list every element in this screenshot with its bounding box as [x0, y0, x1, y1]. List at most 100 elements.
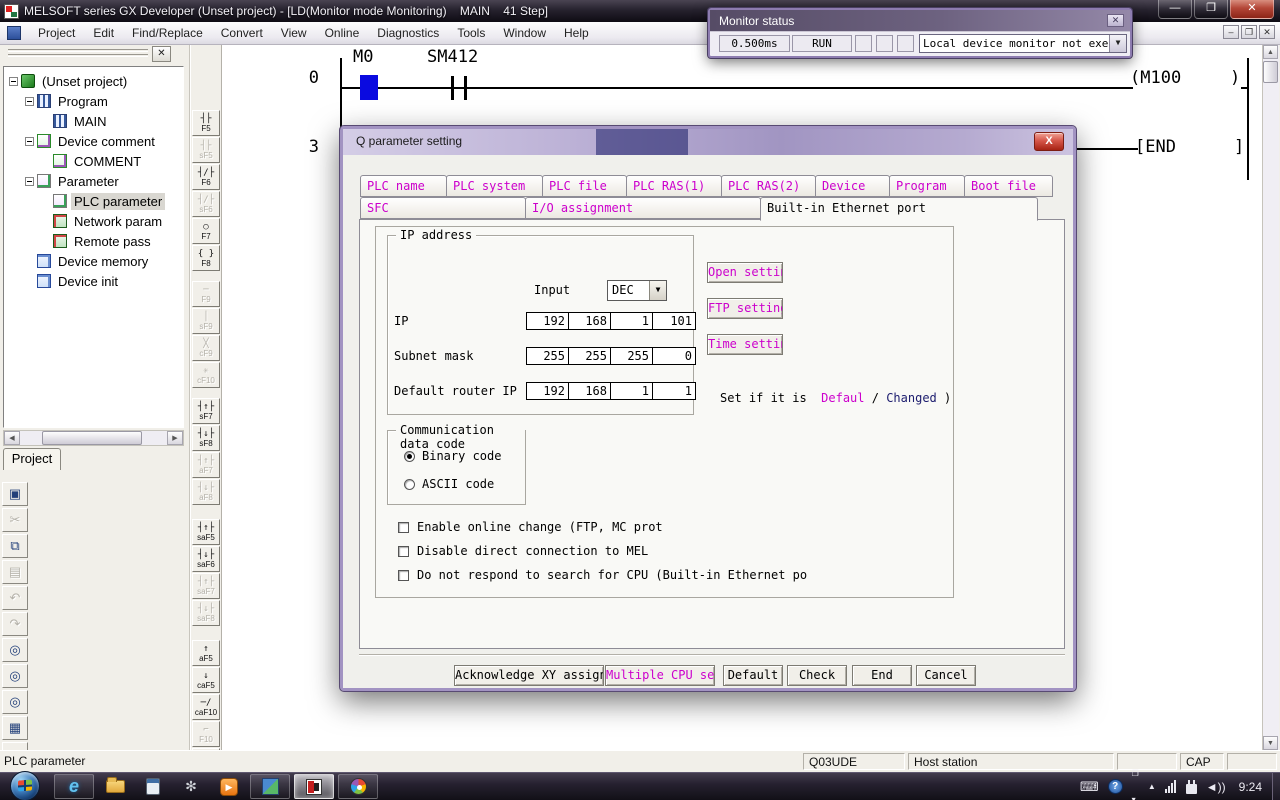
check-button[interactable]: Check [787, 665, 847, 686]
tray-show-hidden-icon[interactable]: ▲ [1148, 774, 1156, 800]
contact-m0-energized[interactable] [360, 75, 378, 100]
menu-item[interactable]: Tools [448, 23, 494, 43]
open-settings-button[interactable]: Open settings [707, 262, 783, 283]
chevron-down-icon[interactable]: ▼ [649, 281, 666, 300]
tray-volume-icon[interactable]: ◄)) [1206, 774, 1226, 800]
dialog-tab[interactable]: Device [815, 175, 890, 197]
save-button[interactable]: ▣ [2, 482, 28, 506]
default-router-field[interactable]: 19216811 [526, 382, 696, 400]
taskbar-item-media-player[interactable]: ▶ [212, 774, 246, 799]
taskbar-item-gx-works[interactable] [250, 774, 290, 799]
ladder-tool-button[interactable]: ┤↓├ saF8 [192, 600, 220, 626]
ladder-tool-button[interactable]: ✳ cF10 [192, 362, 220, 388]
project-panel-tab[interactable]: Project [3, 448, 61, 470]
tree-item[interactable]: Parameter [4, 171, 183, 191]
tree-item[interactable]: (Unset project) [4, 71, 183, 91]
do-not-respond-search-checkbox[interactable]: Do not respond to search for CPU (Built-… [398, 568, 807, 582]
ladder-tool-button[interactable]: ─ F9 [192, 281, 220, 307]
tree-item[interactable]: COMMENT [4, 151, 183, 171]
multiple-cpu-settings-button[interactable]: Multiple CPU settings [605, 665, 715, 686]
ftp-settings-button[interactable]: FTP settings [707, 298, 783, 319]
menu-item[interactable]: Find/Replace [123, 23, 212, 43]
child-restore-button[interactable]: ❐ [1241, 25, 1257, 39]
device-test-button[interactable]: ▦ [2, 716, 28, 740]
taskbar-item-internet-explorer[interactable]: e [54, 774, 94, 799]
menu-item[interactable]: Online [316, 23, 369, 43]
dialog-tab[interactable]: PLC name [360, 175, 447, 197]
tree-item[interactable]: Device init [4, 271, 183, 291]
menu-item[interactable]: Window [494, 23, 555, 43]
ladder-tool-button[interactable]: ↑ aF5 [192, 640, 220, 666]
ladder-tool-button[interactable]: ┤/├ F6 [192, 164, 220, 190]
ladder-tool-button[interactable]: ┤↓├ sF8 [192, 425, 220, 451]
ladder-vertical-scrollbar[interactable]: ▲ ▼ [1262, 45, 1279, 750]
find-instruction-button[interactable]: ◎ [2, 664, 28, 688]
tray-keyboard-icon[interactable]: ⌨ [1080, 774, 1099, 800]
tray-power-icon[interactable] [1186, 784, 1197, 794]
redo-button[interactable]: ↷ [2, 612, 28, 636]
dialog-tab[interactable]: I/O assignment [525, 197, 761, 219]
start-button[interactable] [10, 771, 40, 800]
ladder-tool-button[interactable]: │ sF9 [192, 308, 220, 334]
scroll-right-icon[interactable]: ▶ [167, 431, 183, 445]
ladder-tool-button[interactable]: ┤↓├ saF6 [192, 546, 220, 572]
binary-code-radio[interactable]: Binary code [404, 449, 501, 463]
taskbar-item-gx-developer-active[interactable] [294, 774, 334, 799]
find-string-button[interactable]: ◎ [2, 690, 28, 714]
tree-expander-icon[interactable] [25, 177, 34, 186]
tree-item[interactable]: PLC parameter [4, 191, 183, 211]
taskbar-item-tool[interactable]: ✻ [174, 774, 208, 799]
tray-help-icon[interactable]: ? [1108, 779, 1123, 794]
taskbar-item-paint[interactable] [338, 774, 378, 799]
tree-expander-icon[interactable] [9, 77, 18, 86]
ascii-code-radio[interactable]: ASCII code [404, 477, 494, 491]
scrollbar-thumb[interactable] [1263, 61, 1278, 83]
panel-close-icon[interactable]: ✕ [152, 46, 171, 62]
undo-button[interactable]: ↶ [2, 586, 28, 610]
taskbar-clock[interactable]: 9:24 [1239, 780, 1262, 794]
dialog-tab[interactable]: Built-in Ethernet port [760, 197, 1038, 221]
scrollbar-thumb[interactable] [42, 431, 142, 445]
dialog-tab[interactable]: PLC RAS(1) [626, 175, 722, 197]
ladder-tool-button[interactable]: ┤├ F5 [192, 110, 220, 136]
ladder-tool-button[interactable]: ┤↑├ saF7 [192, 573, 220, 599]
menu-item[interactable]: Edit [84, 23, 123, 43]
ladder-tool-button[interactable]: ┤↓├ aF8 [192, 479, 220, 505]
ladder-tool-button[interactable]: ┤↑├ aF7 [192, 452, 220, 478]
show-desktop-button[interactable] [1272, 773, 1280, 800]
menu-item[interactable]: Convert [212, 23, 272, 43]
default-button[interactable]: Default [723, 665, 783, 686]
acknowledge-xy-assignment-button[interactable]: Acknowledge XY assignment [454, 665, 604, 686]
tree-item[interactable]: MAIN [4, 111, 183, 131]
dialog-tab[interactable]: SFC [360, 197, 526, 219]
ladder-tool-button[interactable]: ○ F7 [192, 218, 220, 244]
panel-drag-handle[interactable] [8, 49, 148, 59]
find-device-button[interactable]: ◎ [2, 638, 28, 662]
contact-sm412[interactable] [464, 76, 467, 100]
end-instruction[interactable]: [END [1135, 137, 1176, 157]
monitor-close-icon[interactable]: ✕ [1107, 14, 1124, 27]
scroll-left-icon[interactable]: ◀ [4, 431, 20, 445]
monitor-title-bar[interactable]: Monitor status ✕ [710, 10, 1130, 31]
tree-item[interactable]: Network param [4, 211, 183, 231]
child-minimize-button[interactable]: – [1223, 25, 1239, 39]
ladder-tool-button[interactable]: ╳ cF9 [192, 335, 220, 361]
menu-item[interactable]: View [272, 23, 316, 43]
time-settings-button[interactable]: Time settings [707, 334, 783, 355]
tree-item[interactable]: Remote pass [4, 231, 183, 251]
tree-horizontal-scrollbar[interactable]: ◀ ▶ [3, 430, 184, 446]
monitor-mode-dropdown[interactable]: Local device monitor not execu ▼ [919, 34, 1127, 53]
ladder-tool-button[interactable]: { } F8 [192, 245, 220, 271]
paste-button[interactable]: ▤ [2, 560, 28, 584]
tree-expander-icon[interactable] [25, 137, 34, 146]
ip-address-field[interactable]: 1921681101 [526, 312, 696, 330]
menu-item[interactable]: Diagnostics [368, 23, 448, 43]
child-close-button[interactable]: ✕ [1259, 25, 1275, 39]
dialog-tab[interactable]: PLC RAS(2) [721, 175, 816, 197]
ladder-tool-button[interactable]: ↓ caF5 [192, 667, 220, 693]
input-format-dropdown[interactable]: DEC ▼ [607, 280, 667, 301]
contact-sm412[interactable] [451, 76, 454, 100]
dialog-close-button[interactable]: X [1034, 132, 1064, 151]
tree-item[interactable]: Program [4, 91, 183, 111]
copy-button[interactable]: ⧉ [2, 534, 28, 558]
